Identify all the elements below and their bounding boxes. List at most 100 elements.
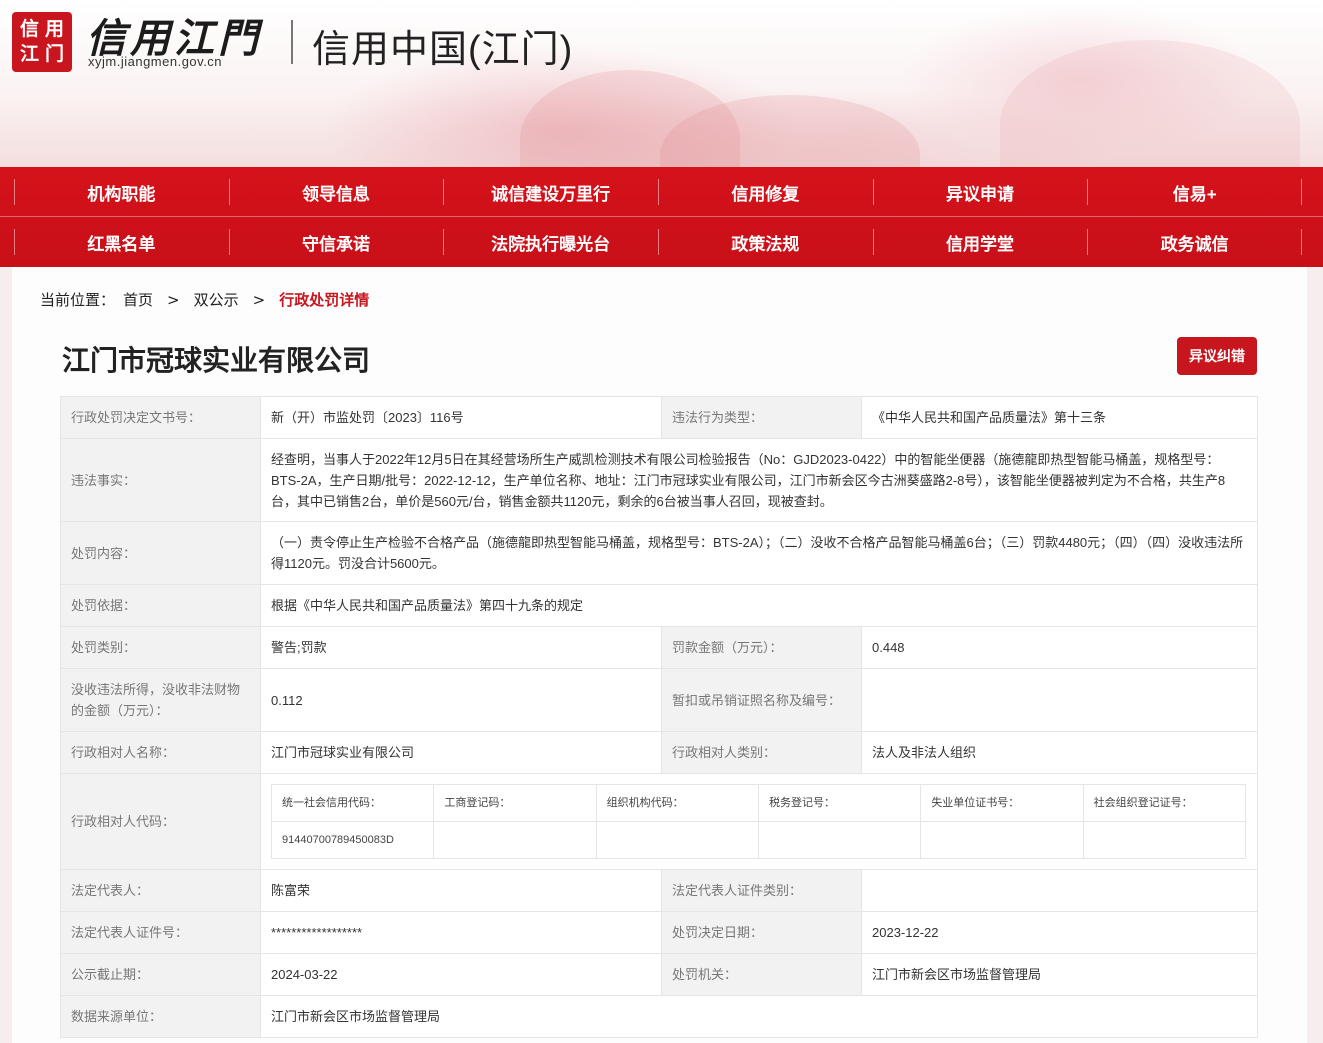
legal-rep-id-type-value <box>861 869 1258 912</box>
table-row: 违法事实： 经查明，当事人于2022年12月5日在其经营场所生产威凯检测技术有限… <box>60 438 1258 522</box>
confiscated-value: 0.112 <box>260 668 662 732</box>
basis-value: 根据《中华人民共和国产品质量法》第四十九条的规定 <box>260 584 1258 627</box>
nav-item-integrity-campaign[interactable]: 诚信建设万里行 <box>443 167 658 217</box>
nav-item-red-black-list[interactable]: 红黑名单 <box>14 217 229 267</box>
breadcrumb: 当前位置： 首页 > 双公示 > 行政处罚详情 <box>40 289 369 310</box>
category-label: 处罚类别： <box>60 626 261 669</box>
breadcrumb-home[interactable]: 首页 <box>123 289 153 310</box>
breadcrumb-current: 行政处罚详情 <box>279 291 370 309</box>
legal-rep-label: 法定代表人： <box>60 869 261 912</box>
party-code-cell: 统一社会信用代码： 工商登记码： 组织机构代码： 税务登记号： 失业单位证书号：… <box>260 773 1258 870</box>
logo-seal-char: 用 <box>44 18 64 40</box>
nav-item-xinyi-plus[interactable]: 信易+ <box>1087 167 1302 217</box>
code-header: 失业单位证书号： <box>920 784 1084 822</box>
nav-item-gov-integrity[interactable]: 政务诚信 <box>1087 217 1302 267</box>
unemployment-cert-value <box>920 821 1084 859</box>
objection-button[interactable]: 异议纠错 <box>1177 337 1257 375</box>
violation-type-label: 违法行为类型： <box>661 396 862 439</box>
nav-item-objection[interactable]: 异议申请 <box>872 167 1088 217</box>
company-name: 江门市冠球实业有限公司 <box>62 344 371 377</box>
nav-item-court-exposure[interactable]: 法院执行曝光台 <box>443 217 658 267</box>
authority-value: 江门市新会区市场监督管理局 <box>861 953 1258 996</box>
party-code-label: 行政相对人代码： <box>60 773 261 870</box>
table-row: 行政处罚决定文书号： 新（开）市监处罚〔2023〕116号 违法行为类型： 《中… <box>60 396 1258 439</box>
penalty-content-label: 处罚内容： <box>60 521 261 585</box>
main-content: 当前位置： 首页 > 双公示 > 行政处罚详情 江门市冠球实业有限公司 异议纠错… <box>12 267 1307 1043</box>
decision-date-label: 处罚决定日期： <box>661 911 862 954</box>
tax-reg-value <box>757 821 922 859</box>
table-row: 法定代表人证件号： ****************** 处罚决定日期： 202… <box>60 911 1258 954</box>
license-value <box>861 668 1258 732</box>
table-row: 行政相对人名称： 江门市冠球实业有限公司 行政相对人类别： 法人及非法人组织 <box>60 731 1258 774</box>
penalty-content-value: （一）责令停止生产检验不合格产品（施德龍即热型智能马桶盖，规格型号：BTS-2A… <box>260 521 1258 585</box>
nav-item-credit-repair[interactable]: 信用修复 <box>658 167 873 217</box>
business-reg-code-value <box>433 821 597 859</box>
code-header: 税务登记号： <box>757 784 922 822</box>
logo-seal-char: 江 <box>19 43 39 65</box>
code-header: 统一社会信用代码： <box>270 784 435 822</box>
logo-domain: xyjm.jiangmen.gov.cn <box>88 54 223 69</box>
table-row: 处罚内容： （一）责令停止生产检验不合格产品（施德龍即热型智能马桶盖，规格型号：… <box>60 521 1258 585</box>
logo-seal-char: 信 <box>19 18 39 40</box>
violation-type-value: 《中华人民共和国产品质量法》第十三条 <box>861 396 1258 439</box>
penalty-details-table: 行政处罚决定文书号： 新（开）市监处罚〔2023〕116号 违法行为类型： 《中… <box>60 396 1258 1038</box>
nav-row-1: 机构职能 领导信息 诚信建设万里行 信用修复 异议申请 信易+ <box>0 167 1323 217</box>
table-row: 处罚类别： 警告;罚款 罚款金额（万元）： 0.448 <box>60 626 1258 669</box>
party-code-table: 统一社会信用代码： 工商登记码： 组织机构代码： 税务登记号： 失业单位证书号：… <box>270 784 1247 859</box>
category-value: 警告;罚款 <box>260 626 662 669</box>
table-row: 没收违法所得，没收非法财物的金额（万元）： 0.112 暂扣或吊销证照名称及编号… <box>60 668 1258 732</box>
nav-item-pledge[interactable]: 守信承诺 <box>228 217 444 267</box>
org-code-value <box>595 821 759 859</box>
code-header: 组织机构代码： <box>595 784 759 822</box>
party-type-label: 行政相对人类别： <box>661 731 862 774</box>
breadcrumb-separator-icon: > <box>252 290 266 309</box>
logo-seal-char: 门 <box>44 43 64 65</box>
table-row: 处罚依据： 根据《中华人民共和国产品质量法》第四十九条的规定 <box>60 584 1258 627</box>
breadcrumb-prefix: 当前位置： <box>40 291 116 309</box>
unified-credit-code-value: 91440700789450083D <box>270 821 435 859</box>
party-name-value: 江门市冠球实业有限公司 <box>260 731 662 774</box>
fine-value: 0.448 <box>861 626 1258 669</box>
publicity-deadline-value: 2024-03-22 <box>260 953 662 996</box>
social-org-cert-value <box>1082 821 1247 859</box>
legal-rep-value: 陈富荣 <box>260 869 662 912</box>
fine-label: 罚款金额（万元）： <box>661 626 862 669</box>
publicity-deadline-label: 公示截止期： <box>60 953 261 996</box>
table-row: 数据来源单位： 江门市新会区市场监督管理局 <box>60 995 1258 1038</box>
table-row: 公示截止期： 2024-03-22 处罚机关： 江门市新会区市场监督管理局 <box>60 953 1258 996</box>
party-name-label: 行政相对人名称： <box>60 731 261 774</box>
site-header: 信 用 江 门 信用江門 xyjm.jiangmen.gov.cn 信用中国(江… <box>0 0 1323 167</box>
code-value-row: 91440700789450083D <box>270 821 1247 859</box>
basis-label: 处罚依据： <box>60 584 261 627</box>
authority-label: 处罚机关： <box>661 953 862 996</box>
legal-rep-id-label: 法定代表人证件号： <box>60 911 261 954</box>
legal-rep-id-value: ****************** <box>260 911 662 954</box>
logo-seal[interactable]: 信 用 江 门 <box>12 12 72 72</box>
license-label: 暂扣或吊销证照名称及编号： <box>661 668 862 732</box>
table-row: 行政相对人代码： 统一社会信用代码： 工商登记码： 组织机构代码： 税务登记号：… <box>60 773 1258 870</box>
decision-date-value: 2023-12-22 <box>861 911 1258 954</box>
nav-item-leadership[interactable]: 领导信息 <box>228 167 444 217</box>
party-type-value: 法人及非法人组织 <box>861 731 1258 774</box>
code-header-row: 统一社会信用代码： 工商登记码： 组织机构代码： 税务登记号： 失业单位证书号：… <box>270 784 1247 822</box>
nav-item-agency-functions[interactable]: 机构职能 <box>14 167 229 217</box>
decision-no-label: 行政处罚决定文书号： <box>60 396 261 439</box>
nav-row-2: 红黑名单 守信承诺 法院执行曝光台 政策法规 信用学堂 政务诚信 <box>14 217 1302 267</box>
decorative-hill <box>1000 40 1300 167</box>
data-source-value: 江门市新会区市场监督管理局 <box>260 995 1258 1038</box>
breadcrumb-double-publicity[interactable]: 双公示 <box>194 289 239 310</box>
nav-item-credit-academy[interactable]: 信用学堂 <box>872 217 1088 267</box>
facts-value: 经查明，当事人于2022年12月5日在其经营场所生产威凯检测技术有限公司检验报告… <box>260 438 1258 522</box>
table-row: 法定代表人： 陈富荣 法定代表人证件类别： <box>60 869 1258 912</box>
code-header: 社会组织登记证号： <box>1082 784 1247 822</box>
facts-label: 违法事实： <box>60 438 261 522</box>
confiscated-label: 没收违法所得，没收非法财物的金额（万元）： <box>60 668 261 732</box>
main-nav: 机构职能 领导信息 诚信建设万里行 信用修复 异议申请 信易+ 红黑名单 守信承… <box>0 167 1323 267</box>
legal-rep-id-type-label: 法定代表人证件类别： <box>661 869 862 912</box>
breadcrumb-separator-icon: > <box>167 290 180 309</box>
site-title: 信用中国(江门) <box>312 29 574 71</box>
code-header: 工商登记码： <box>433 784 597 822</box>
nav-item-policy[interactable]: 政策法规 <box>658 217 873 267</box>
data-source-label: 数据来源单位： <box>60 995 261 1038</box>
logo-divider <box>291 20 293 64</box>
